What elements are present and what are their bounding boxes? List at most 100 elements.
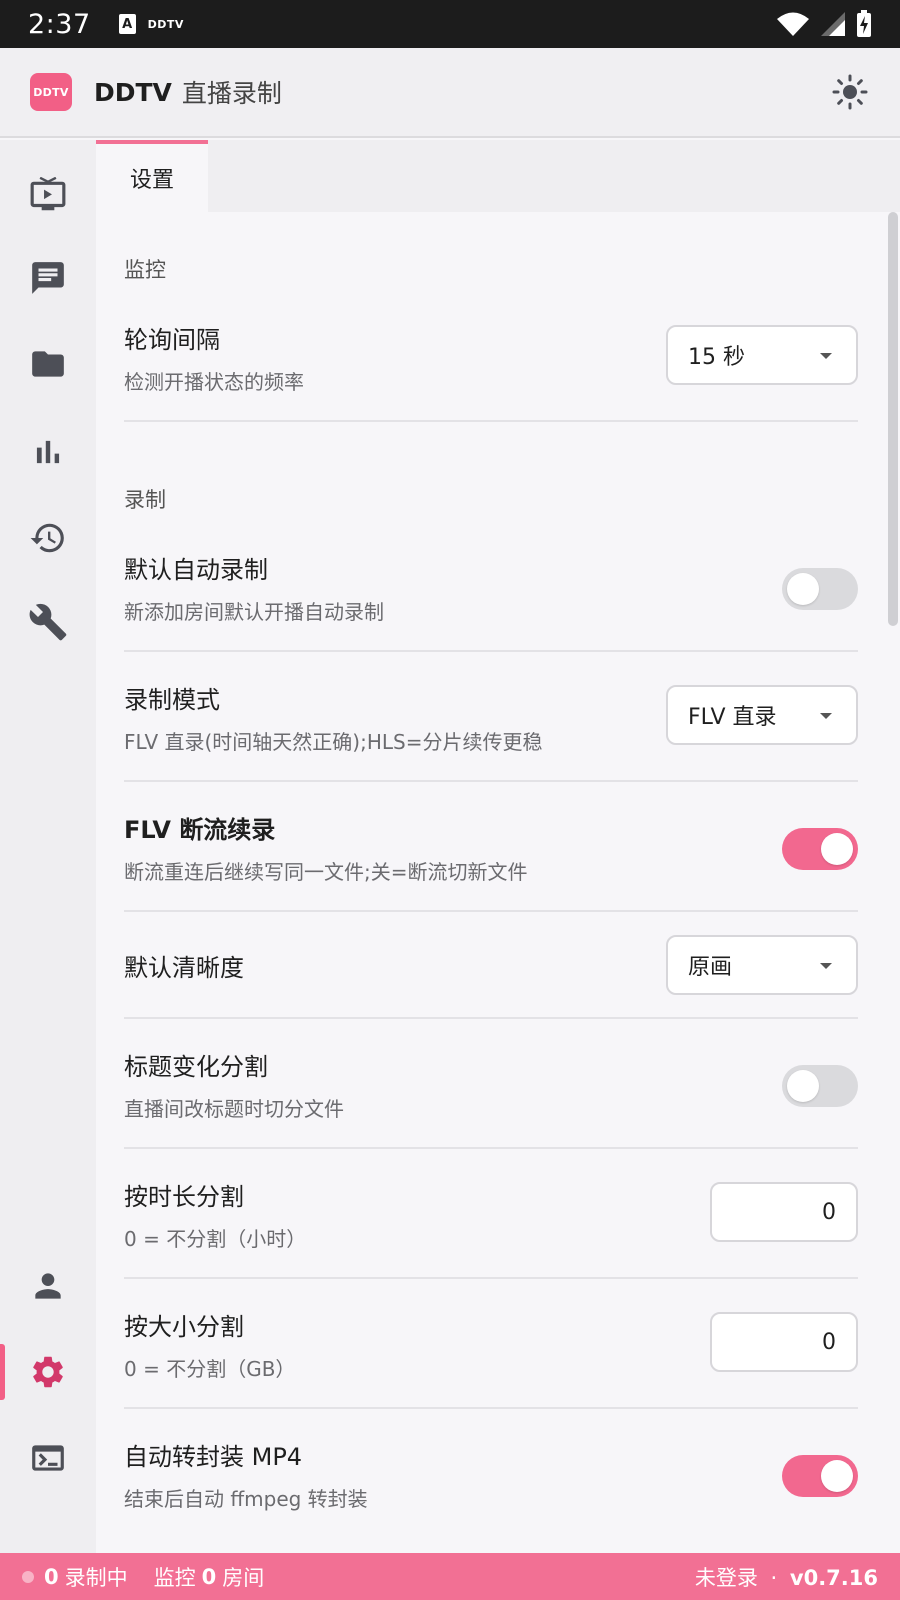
toggle-knob xyxy=(821,833,853,865)
main-panel: 设置 监控 轮询间隔 检测开播状态的频率 15 秒 录制 默认自动录制 新添加房… xyxy=(96,140,900,1553)
divider xyxy=(124,1017,858,1019)
history-icon xyxy=(30,523,64,553)
person-icon xyxy=(35,1273,61,1299)
setting-size-split: 按大小分割 0 = 不分割（GB） 0 xyxy=(124,1307,858,1397)
sidebar xyxy=(0,140,96,1553)
select-value: 原画 xyxy=(688,955,733,980)
sidebar-item-account[interactable] xyxy=(0,1256,96,1316)
recording-count: 0 xyxy=(44,1564,59,1589)
cellular-signal-icon xyxy=(821,12,845,36)
setting-label: 录制模式 xyxy=(124,686,220,714)
toggle-knob xyxy=(821,1460,853,1492)
setting-flv-resume: FLV 断流续录 断流重连后继续写同一文件;关=断流切新文件 xyxy=(124,810,858,900)
sidebar-item-settings[interactable] xyxy=(0,1342,96,1402)
toggle-knob xyxy=(787,573,819,605)
status-time: 2:37 xyxy=(28,8,91,40)
setting-auto-remux: 自动转封装 MP4 结束后自动 ffmpeg 转封装 xyxy=(124,1437,858,1527)
sidebar-item-live[interactable] xyxy=(0,166,96,226)
duration-split-input[interactable]: 0 xyxy=(710,1182,858,1242)
setting-label: 默认清晰度 xyxy=(124,954,244,982)
divider xyxy=(124,780,858,782)
setting-default-quality: 默认清晰度 原画 xyxy=(124,932,858,1012)
toggle-knob xyxy=(787,1070,819,1102)
record-mode-select[interactable]: FLV 直录 xyxy=(666,685,858,745)
setting-desc: 0 = 不分割（GB） xyxy=(124,1357,296,1381)
sidebar-item-tools[interactable] xyxy=(0,592,96,652)
poll-interval-select[interactable]: 15 秒 xyxy=(666,325,858,385)
tab-settings[interactable]: 设置 xyxy=(96,140,208,212)
setting-duration-split: 按时长分割 0 = 不分割（小时） 0 xyxy=(124,1177,858,1267)
scroll-thumb[interactable] xyxy=(888,212,898,626)
status-bar: 2:37 A DDTV xyxy=(0,0,900,48)
sidebar-item-stats[interactable] xyxy=(0,422,96,482)
divider xyxy=(124,650,858,652)
app-logo: DDTV xyxy=(30,73,72,111)
tv-icon xyxy=(30,177,66,211)
wrench-icon xyxy=(29,603,67,641)
size-split-input[interactable]: 0 xyxy=(710,1312,858,1372)
flv-resume-toggle[interactable] xyxy=(782,828,858,870)
setting-auto-record: 默认自动录制 新添加房间默认开播自动录制 xyxy=(124,550,858,640)
recording-status-dot-icon xyxy=(22,1570,34,1583)
setting-desc: 新添加房间默认开播自动录制 xyxy=(124,600,384,624)
select-value: FLV 直录 xyxy=(688,705,777,730)
gear-icon xyxy=(33,1356,63,1388)
dropdown-caret-icon xyxy=(820,713,832,719)
room-count: 0 xyxy=(201,1564,217,1589)
monitor-label: 监控 xyxy=(153,1565,196,1590)
theme-toggle-button[interactable] xyxy=(830,72,870,112)
auto-remux-toggle[interactable] xyxy=(782,1455,858,1497)
sidebar-item-files[interactable] xyxy=(0,334,96,394)
dropdown-caret-icon xyxy=(820,353,832,359)
ddtv-notification-icon: DDTV xyxy=(147,17,184,31)
section-title-monitor: 监控 xyxy=(124,258,166,282)
dropdown-caret-icon xyxy=(820,963,832,969)
sidebar-item-messages[interactable] xyxy=(0,248,96,308)
footer-status-bar: 0 录制中 监控 0 房间 未登录 · v0.7.16 xyxy=(0,1553,900,1600)
sidebar-item-history[interactable] xyxy=(0,508,96,568)
setting-label: 轮询间隔 xyxy=(124,326,220,354)
setting-title-split: 标题变化分割 直播间改标题时切分文件 xyxy=(124,1047,858,1137)
notification-icons: A DDTV xyxy=(118,14,184,34)
battery-icon xyxy=(857,10,871,37)
setting-label: FLV 断流续录 xyxy=(124,816,276,844)
bar-chart-icon xyxy=(36,440,60,464)
setting-label: 标题变化分割 xyxy=(124,1053,268,1081)
footer-separator: · xyxy=(770,1565,778,1590)
title-split-toggle[interactable] xyxy=(782,1065,858,1107)
default-quality-select[interactable]: 原画 xyxy=(666,935,858,995)
app-bar: DDTV DDTV 直播录制 xyxy=(0,48,900,138)
setting-desc: FLV 直录(时间轴天然正确);HLS=分片续传更稳 xyxy=(124,730,543,754)
terminal-icon xyxy=(32,1445,64,1471)
tab-bar: 设置 xyxy=(96,140,900,212)
divider xyxy=(124,1407,858,1409)
setting-label: 自动转封装 MP4 xyxy=(124,1443,303,1471)
setting-desc: 0 = 不分割（小时） xyxy=(124,1227,307,1251)
setting-label: 按时长分割 xyxy=(124,1183,244,1211)
section-title-record: 录制 xyxy=(124,488,166,512)
divider xyxy=(124,910,858,912)
divider xyxy=(124,1277,858,1279)
a-notification-icon: A xyxy=(118,14,136,34)
wifi-icon xyxy=(777,12,809,36)
divider xyxy=(124,1147,858,1149)
select-value: 15 秒 xyxy=(688,345,745,370)
setting-desc: 断流重连后继续写同一文件;关=断流切新文件 xyxy=(124,860,528,884)
app-subtitle: 直播录制 xyxy=(181,79,282,108)
chat-icon xyxy=(32,262,64,294)
login-version: 未登录 · v0.7.16 xyxy=(695,1562,878,1592)
setting-desc: 检测开播状态的频率 xyxy=(124,370,304,394)
setting-label: 按大小分割 xyxy=(124,1313,244,1341)
login-status[interactable]: 未登录 xyxy=(695,1566,758,1590)
scrollbar[interactable] xyxy=(888,212,898,1553)
setting-poll-interval: 轮询间隔 检测开播状态的频率 15 秒 xyxy=(124,320,858,410)
folder-icon xyxy=(32,351,64,377)
sidebar-item-console[interactable] xyxy=(0,1428,96,1488)
app-title: DDTV xyxy=(94,77,172,107)
setting-label: 默认自动录制 xyxy=(124,556,268,584)
setting-record-mode: 录制模式 FLV 直录(时间轴天然正确);HLS=分片续传更稳 FLV 直录 xyxy=(124,680,858,770)
sun-icon xyxy=(832,74,868,110)
auto-record-toggle[interactable] xyxy=(782,568,858,610)
room-label: 房间 xyxy=(222,1565,265,1590)
setting-desc: 结束后自动 ffmpeg 转封装 xyxy=(124,1487,368,1511)
